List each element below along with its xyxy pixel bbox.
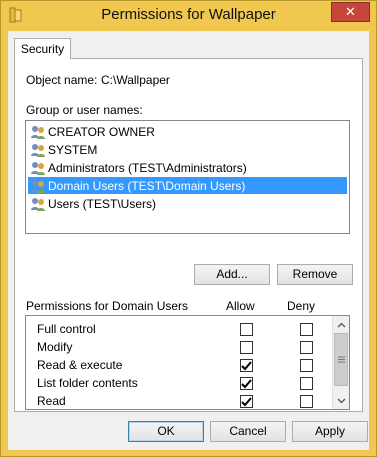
list-item-label: Domain Users (TEST\Domain Users) bbox=[48, 178, 246, 193]
allow-checkbox[interactable] bbox=[240, 377, 253, 390]
permission-name: Modify bbox=[37, 340, 73, 354]
list-item-label: SYSTEM bbox=[48, 142, 98, 157]
close-button[interactable]: ✕ bbox=[331, 2, 370, 22]
checkmark-icon bbox=[241, 379, 252, 389]
allow-checkbox[interactable] bbox=[240, 341, 253, 354]
cancel-button[interactable]: Cancel bbox=[210, 421, 286, 442]
add-button[interactable]: Add... bbox=[194, 264, 270, 285]
checkmark-icon bbox=[241, 397, 252, 407]
allow-column-header: Allow bbox=[226, 299, 255, 313]
remove-button[interactable]: Remove bbox=[277, 264, 353, 285]
object-name-label: Object name: bbox=[26, 73, 98, 87]
list-item-administrators[interactable]: Administrators (TEST\Administrators) bbox=[28, 159, 347, 176]
apply-button[interactable]: Apply bbox=[292, 421, 368, 442]
deny-checkbox[interactable] bbox=[300, 395, 313, 408]
users-icon bbox=[31, 125, 45, 139]
users-icon bbox=[31, 161, 45, 175]
close-icon: ✕ bbox=[345, 4, 356, 19]
users-icon bbox=[31, 143, 45, 157]
permission-name: List folder contents bbox=[37, 376, 138, 390]
ok-button[interactable]: OK bbox=[128, 421, 204, 442]
tab-security[interactable]: Security bbox=[14, 38, 71, 59]
object-name-value: C:\Wallpaper bbox=[101, 73, 170, 87]
scroll-thumb[interactable] bbox=[334, 333, 348, 386]
title-bar[interactable]: Permissions for Wallpaper ✕ bbox=[1, 1, 376, 29]
deny-checkbox[interactable] bbox=[300, 359, 313, 372]
list-item-label: CREATOR OWNER bbox=[48, 124, 155, 139]
permission-row-read: Read bbox=[26, 392, 331, 409]
permission-row-modify: Modify bbox=[26, 338, 331, 356]
list-item-label: Administrators (TEST\Administrators) bbox=[48, 160, 247, 175]
deny-checkbox[interactable] bbox=[300, 341, 313, 354]
deny-checkbox[interactable] bbox=[300, 377, 313, 390]
checkmark-icon bbox=[241, 361, 252, 371]
group-user-list[interactable]: CREATOR OWNER SYSTEM Administrators (TES… bbox=[25, 120, 350, 234]
users-icon bbox=[31, 197, 45, 211]
chevron-down-icon bbox=[337, 398, 345, 403]
scroll-up-button[interactable] bbox=[333, 316, 349, 333]
dialog-body: Security Object name: C:\Wallpaper Group… bbox=[8, 31, 369, 450]
allow-checkbox[interactable] bbox=[240, 323, 253, 336]
window-title: Permissions for Wallpaper bbox=[101, 6, 276, 23]
permissions-dialog: Permissions for Wallpaper ✕ Security Obj… bbox=[0, 0, 377, 457]
list-item-domain-users[interactable]: Domain Users (TEST\Domain Users) bbox=[28, 177, 347, 194]
permissions-label: Permissions for Domain Users bbox=[26, 299, 189, 313]
list-item-creator-owner[interactable]: CREATOR OWNER bbox=[28, 123, 347, 140]
users-icon bbox=[31, 179, 45, 193]
permissions-list: Full control Modify Read & execute List … bbox=[25, 315, 350, 410]
allow-checkbox[interactable] bbox=[240, 359, 253, 372]
group-list-label: Group or user names: bbox=[26, 103, 143, 117]
scroll-down-button[interactable] bbox=[333, 392, 349, 409]
grip-icon bbox=[337, 356, 345, 363]
list-item-users[interactable]: Users (TEST\Users) bbox=[28, 195, 347, 212]
permission-name: Full control bbox=[37, 322, 96, 336]
list-item-system[interactable]: SYSTEM bbox=[28, 141, 347, 158]
permission-name: Read & execute bbox=[37, 358, 123, 372]
allow-checkbox[interactable] bbox=[240, 395, 253, 408]
permission-name: Read bbox=[37, 394, 66, 408]
security-panel: Object name: C:\Wallpaper Group or user … bbox=[14, 58, 363, 412]
deny-column-header: Deny bbox=[287, 299, 316, 313]
permission-row-read-execute: Read & execute bbox=[26, 356, 331, 374]
list-item-label: Users (TEST\Users) bbox=[48, 196, 156, 211]
chevron-up-icon bbox=[337, 322, 345, 327]
deny-checkbox[interactable] bbox=[300, 323, 313, 336]
permissions-scrollbar[interactable] bbox=[332, 316, 349, 409]
permission-row-full-control: Full control bbox=[26, 320, 331, 338]
permission-row-list-folder-contents: List folder contents bbox=[26, 374, 331, 392]
